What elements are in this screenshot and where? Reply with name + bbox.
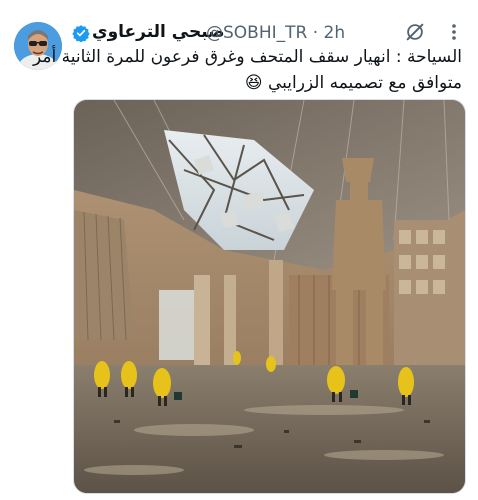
tweet-text-line-2: متوافق مع تصميمه الزرايبي 😆 bbox=[244, 73, 462, 93]
handle-time-row: @SOBHI_TR · 2h bbox=[206, 22, 345, 44]
tweet[interactable]: صبحي الترعاوي @SOBHI_TR · 2h السياحة : ا… bbox=[0, 0, 478, 500]
author-handle[interactable]: @SOBHI_TR bbox=[206, 23, 307, 43]
tweet-time[interactable]: 2h bbox=[324, 23, 346, 43]
more-icon[interactable] bbox=[444, 22, 464, 42]
tweet-text: السياحة : انهيار سقف المتحف وغرق فرعون ل… bbox=[20, 44, 462, 96]
tweet-media-image[interactable] bbox=[73, 99, 466, 494]
author-name[interactable]: صبحي الترعاوي bbox=[92, 21, 225, 43]
grok-icon[interactable] bbox=[404, 21, 426, 43]
tweet-text-line-1: السياحة : انهيار سقف المتحف وغرق فرعون ل… bbox=[33, 47, 462, 67]
verified-badge-icon bbox=[72, 25, 90, 42]
separator: · bbox=[312, 23, 319, 43]
